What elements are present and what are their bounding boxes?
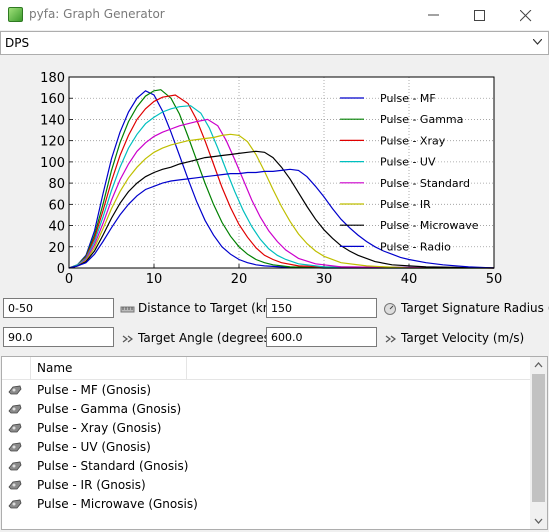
graph-type-select[interactable]: DPS bbox=[0, 31, 549, 55]
list-item[interactable]: Pulse - MF (Gnosis) bbox=[2, 381, 532, 400]
legend-label: Pulse - IR bbox=[380, 198, 431, 211]
scroll-up-icon[interactable] bbox=[530, 357, 547, 373]
y-tick-label: 40 bbox=[48, 220, 65, 235]
ship-icon bbox=[8, 385, 22, 395]
distance-input[interactable] bbox=[3, 298, 114, 318]
name-column-header[interactable]: Name bbox=[31, 357, 187, 379]
x-tick-label: 30 bbox=[316, 272, 333, 287]
list-item[interactable]: Pulse - Gamma (Gnosis) bbox=[2, 400, 532, 419]
y-tick-label: 160 bbox=[40, 92, 65, 107]
y-tick-label: 100 bbox=[40, 156, 65, 171]
fit-name: Pulse - IR (Gnosis) bbox=[37, 478, 146, 492]
angle-input[interactable] bbox=[3, 327, 114, 347]
legend-label: Pulse - Gamma bbox=[380, 113, 463, 126]
list-item[interactable]: Pulse - Microwave (Gnosis) bbox=[2, 495, 532, 514]
x-tick-label: 50 bbox=[486, 272, 503, 287]
list-item[interactable]: Pulse - UV (Gnosis) bbox=[2, 438, 532, 457]
velocity-input[interactable] bbox=[266, 327, 377, 347]
close-button[interactable] bbox=[503, 0, 549, 30]
ship-icon bbox=[8, 480, 22, 490]
graph-type-value: DPS bbox=[5, 36, 30, 50]
app-icon bbox=[8, 7, 23, 22]
distance-label: Distance to Target (km) bbox=[138, 301, 280, 315]
maximize-icon bbox=[474, 10, 485, 21]
fit-list[interactable]: Name Pulse - MF (Gnosis) Pulse - Gamma (G… bbox=[1, 356, 548, 530]
x-tick-label: 40 bbox=[401, 272, 418, 287]
legend-label: Pulse - Radio bbox=[380, 240, 451, 253]
fit-name: Pulse - UV (Gnosis) bbox=[37, 440, 151, 454]
vertical-scrollbar[interactable] bbox=[530, 357, 547, 529]
legend-label: Pulse - UV bbox=[380, 156, 436, 169]
ship-icon bbox=[8, 404, 22, 414]
ship-icon bbox=[8, 499, 22, 509]
fit-name: Pulse - MF (Gnosis) bbox=[37, 383, 152, 397]
list-item[interactable]: Pulse - Standard (Gnosis) bbox=[2, 457, 532, 476]
legend-label: Pulse - Xray bbox=[380, 134, 446, 147]
icon-column-header[interactable] bbox=[2, 357, 31, 379]
fit-name: Pulse - Standard (Gnosis) bbox=[37, 459, 189, 473]
chevron-down-icon bbox=[533, 39, 542, 45]
scroll-thumb[interactable] bbox=[532, 374, 545, 502]
maximize-button[interactable] bbox=[457, 0, 503, 30]
scroll-down-icon[interactable] bbox=[530, 513, 547, 529]
ship-icon bbox=[8, 442, 22, 452]
name-column-label: Name bbox=[37, 361, 73, 375]
minimize-button[interactable] bbox=[411, 0, 457, 30]
list-item[interactable]: Pulse - Xray (Gnosis) bbox=[2, 419, 532, 438]
fit-name: Pulse - Microwave (Gnosis) bbox=[37, 497, 198, 511]
window-title: pyfa: Graph Generator bbox=[29, 7, 165, 21]
list-header: Name bbox=[2, 357, 532, 380]
angle-label: Target Angle (degrees) bbox=[138, 331, 275, 345]
y-tick-label: 0 bbox=[57, 262, 65, 277]
ship-icon bbox=[8, 461, 22, 471]
y-tick-label: 180 bbox=[40, 71, 65, 86]
y-tick-label: 60 bbox=[48, 198, 65, 213]
velocity-icon bbox=[385, 335, 396, 343]
y-tick-label: 20 bbox=[48, 241, 65, 256]
x-tick-label: 0 bbox=[65, 272, 73, 287]
sig-radius-input[interactable] bbox=[266, 298, 377, 318]
x-tick-label: 10 bbox=[146, 272, 163, 287]
velocity-label: Target Velocity (m/s) bbox=[401, 331, 525, 345]
y-tick-label: 120 bbox=[40, 135, 65, 150]
y-tick-label: 80 bbox=[48, 177, 65, 192]
fit-name: Pulse - Xray (Gnosis) bbox=[37, 421, 162, 435]
legend-label: Pulse - Microwave bbox=[380, 219, 479, 232]
title-bar: pyfa: Graph Generator bbox=[0, 0, 549, 30]
chart-svg: 0 10 20 30 40 50 0 20 40 60 80 100 120 140 160 180 Pulse… bbox=[40, 71, 503, 287]
y-tick-label: 140 bbox=[40, 113, 65, 128]
close-icon bbox=[520, 10, 532, 22]
legend-label: Pulse - MF bbox=[380, 92, 436, 105]
list-item[interactable]: Pulse - IR (Gnosis) bbox=[2, 476, 532, 495]
signature-radius-icon bbox=[384, 303, 396, 315]
distance-icon bbox=[120, 306, 135, 313]
dps-chart: 0 10 20 30 40 50 0 20 40 60 80 100 120 140 160 180 Pulse… bbox=[0, 55, 549, 293]
x-tick-label: 20 bbox=[231, 272, 248, 287]
minimize-icon bbox=[428, 14, 439, 16]
angle-icon bbox=[122, 335, 133, 343]
fit-name: Pulse - Gamma (Gnosis) bbox=[37, 402, 182, 416]
sig-radius-label: Target Signature Radius (m) bbox=[401, 301, 549, 315]
legend-label: Pulse - Standard bbox=[380, 177, 470, 190]
ship-icon bbox=[8, 423, 22, 433]
